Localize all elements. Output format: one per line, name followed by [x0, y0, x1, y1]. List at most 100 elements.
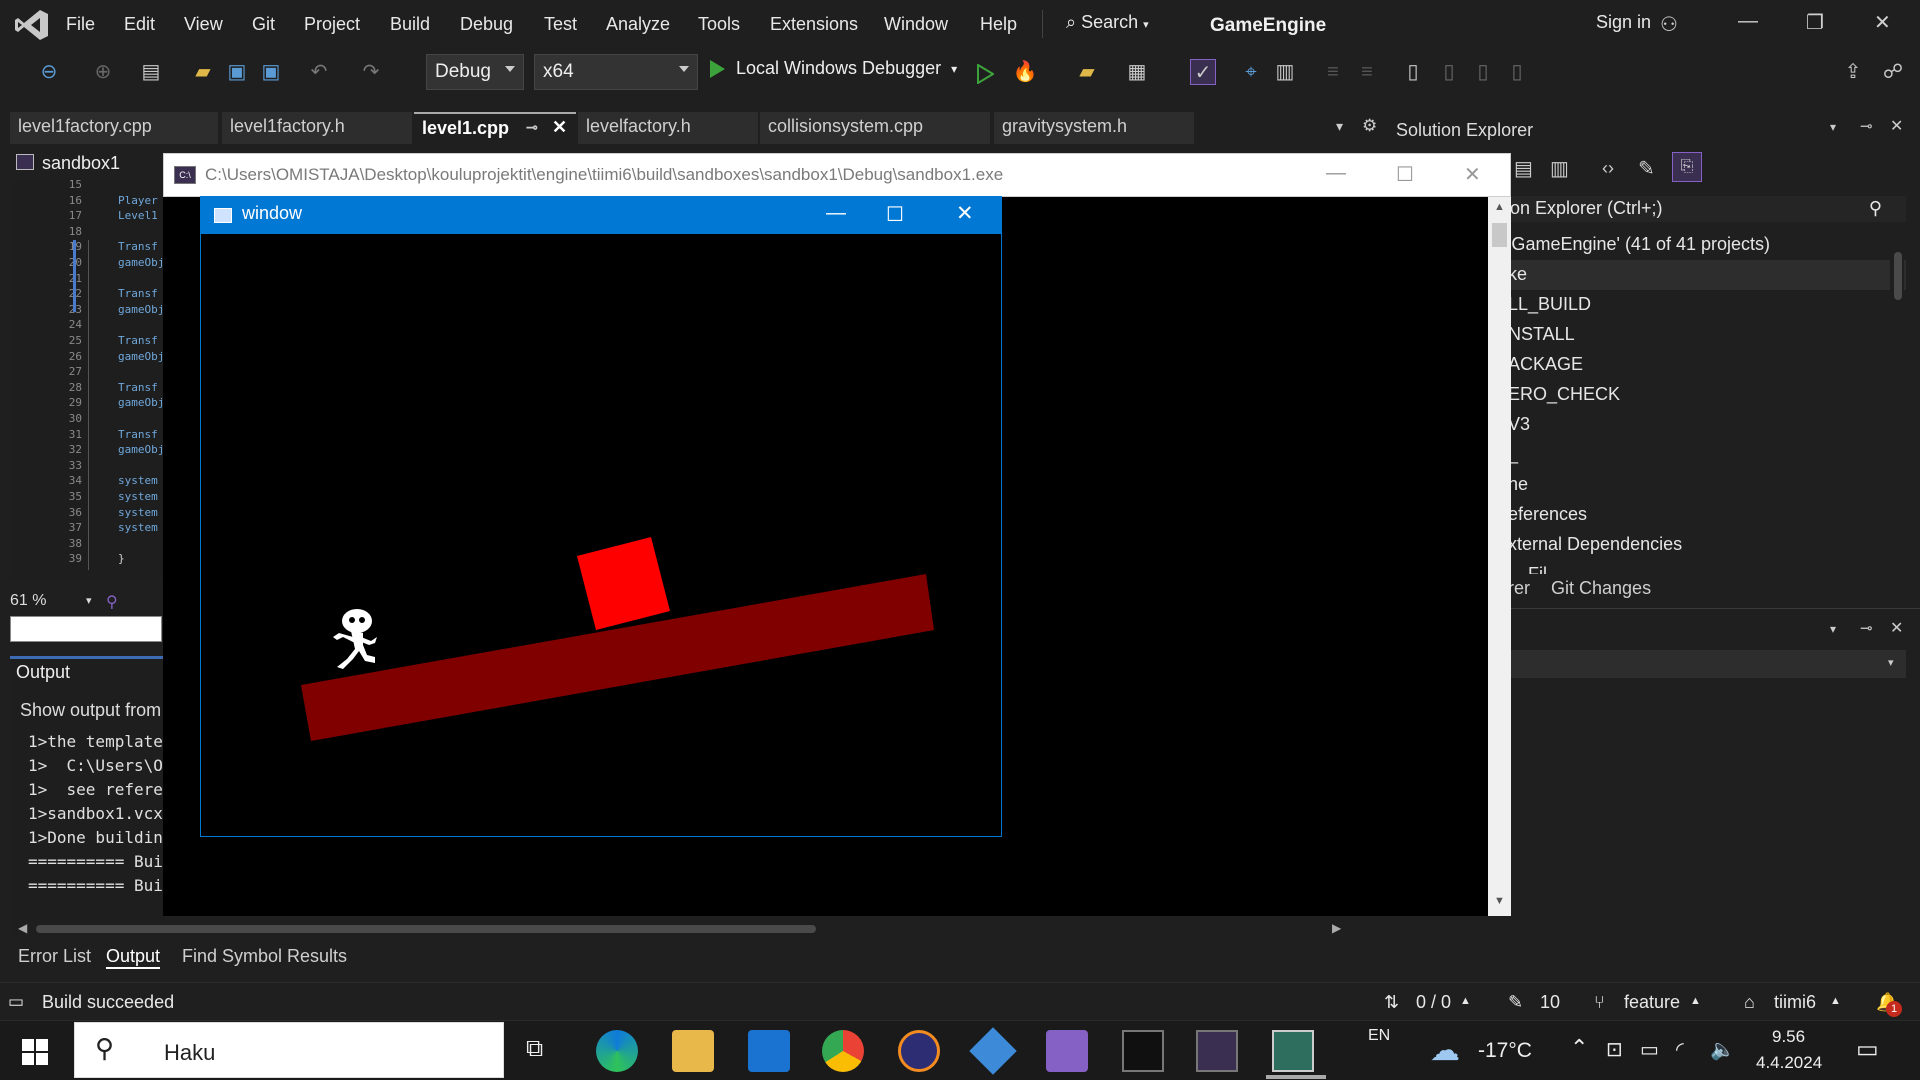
configuration-select[interactable]: Debug: [426, 54, 524, 90]
save-icon[interactable]: ▣: [224, 59, 250, 85]
solution-tree-item[interactable]: eferences: [1508, 504, 1587, 525]
solution-folder-icon[interactable]: ▰: [1074, 59, 1100, 85]
account-icon[interactable]: ⚇: [1660, 12, 1678, 37]
sync-arrows-icon[interactable]: ⇅: [1384, 992, 1399, 1013]
menu-tools[interactable]: Tools: [698, 14, 740, 35]
horizontal-scrollbar[interactable]: ◀ ▶: [18, 920, 1341, 938]
maximize-icon[interactable]: ☐: [1396, 162, 1414, 187]
close-icon[interactable]: ✕: [1890, 116, 1903, 136]
menu-help[interactable]: Help: [980, 14, 1017, 35]
task-view-icon[interactable]: ⧉: [526, 1035, 543, 1063]
layout-icon[interactable]: ▦: [1124, 59, 1150, 85]
branch-icon[interactable]: ⑂: [1594, 992, 1605, 1013]
pin-icon[interactable]: ⊸: [1860, 117, 1873, 135]
battery-icon[interactable]: ▭: [1640, 1037, 1659, 1062]
pencil-icon[interactable]: ✎: [1508, 992, 1523, 1013]
input-language[interactable]: EN: [1368, 1027, 1390, 1045]
solution-tree-item[interactable]: ne: [1508, 474, 1528, 495]
next-bookmark-icon[interactable]: ▯: [1470, 59, 1496, 85]
bookmark-icon[interactable]: ▯: [1400, 59, 1426, 85]
preview-icon[interactable]: ⎘: [1672, 152, 1702, 182]
clock-time[interactable]: 9.56: [1772, 1027, 1805, 1047]
redo-icon[interactable]: ↷: [358, 59, 384, 85]
visual-studio-icon[interactable]: [1046, 1030, 1088, 1072]
code-view-icon[interactable]: ‹›: [1602, 158, 1614, 179]
properties-wrench-icon[interactable]: ✎: [1638, 156, 1655, 181]
tab-git-changes[interactable]: Git Changes: [1551, 578, 1651, 598]
code-editor[interactable]: 15 16 1718 19 20 21 22 23 24 25 26 2728 29 30 31 3233 34…: [10, 178, 165, 580]
notification-center-icon[interactable]: ▭: [1856, 1035, 1879, 1064]
scrollbar-thumb[interactable]: [1492, 223, 1507, 247]
tab-find-symbol-results[interactable]: Find Symbol Results: [182, 946, 347, 967]
game-window[interactable]: [200, 196, 1002, 837]
hot-reload-icon[interactable]: 🔥: [1012, 59, 1038, 85]
pin-icon[interactable]: ⊸: [1860, 619, 1873, 637]
menu-file[interactable]: File: [66, 14, 95, 35]
edge-browser-icon[interactable]: [596, 1030, 638, 1072]
solution-search-input[interactable]: on Explorer (Ctrl+;) ⚲: [1506, 196, 1906, 222]
errors-count[interactable]: 0 / 0: [1416, 992, 1451, 1013]
weather-cloud-icon[interactable]: ☁: [1430, 1033, 1460, 1068]
solution-tree-item[interactable]: NSTALL: [1508, 324, 1575, 345]
menu-debug[interactable]: Debug: [460, 14, 513, 35]
weather-temperature[interactable]: -17°C: [1478, 1039, 1532, 1063]
menu-git[interactable]: Git: [252, 14, 275, 35]
chevron-down-icon[interactable]: ▾: [1830, 622, 1836, 636]
indent-icon[interactable]: ≡: [1320, 59, 1346, 85]
live-share-icon[interactable]: ⇪: [1840, 59, 1866, 85]
console-vertical-scrollbar[interactable]: ▲ ▼: [1488, 197, 1511, 916]
eclipse-icon[interactable]: [898, 1030, 940, 1072]
chevron-up-icon[interactable]: ▲: [1830, 995, 1841, 1007]
volume-icon[interactable]: 🔈: [1710, 1037, 1735, 1062]
restore-icon[interactable]: ❐: [1806, 10, 1824, 35]
settings-gear-icon[interactable]: ⚙: [1362, 116, 1377, 136]
tab-gravitysystem-h[interactable]: gravitysystem.h: [994, 112, 1194, 144]
tab-levelfactory-h[interactable]: levelfactory.h: [578, 112, 758, 144]
close-icon[interactable]: ✕: [1874, 10, 1891, 35]
wifi-icon[interactable]: ◜: [1676, 1037, 1684, 1062]
start-debugging-button[interactable]: Local Windows Debugger ▾: [708, 58, 957, 79]
close-icon[interactable]: ✕: [1890, 618, 1903, 638]
game-window-title-bar[interactable]: — ☐ ✕: [200, 196, 1002, 234]
chevron-down-icon[interactable]: ▾: [1830, 120, 1836, 134]
chevron-up-icon[interactable]: ▲: [1460, 995, 1471, 1007]
file-explorer-icon[interactable]: [672, 1030, 714, 1072]
solution-tree-item[interactable]: 'GameEngine' (41 of 41 projects): [1508, 234, 1770, 255]
menu-window[interactable]: Window: [884, 14, 948, 35]
back-icon[interactable]: ⊖: [36, 59, 62, 85]
tab-list-icon[interactable]: ▾: [1336, 118, 1343, 135]
scroll-right-icon[interactable]: ▶: [1332, 921, 1341, 935]
minimize-icon[interactable]: —: [826, 202, 846, 225]
menu-test[interactable]: Test: [544, 14, 577, 35]
intellisense-icon[interactable]: ⚲: [106, 592, 118, 612]
scroll-left-icon[interactable]: ◀: [18, 921, 27, 935]
pin-icon[interactable]: ⊸: [526, 119, 538, 136]
show-all-files-icon[interactable]: ▥: [1550, 156, 1569, 181]
editor-input-box[interactable]: [10, 616, 162, 642]
menu-project[interactable]: Project: [304, 14, 360, 35]
scroll-down-icon[interactable]: ▼: [1494, 895, 1505, 907]
sign-in-link[interactable]: Sign in: [1596, 12, 1651, 33]
scrollbar-thumb[interactable]: [1894, 252, 1902, 300]
new-project-icon[interactable]: ▤: [138, 59, 164, 85]
scrollbar-thumb[interactable]: [36, 925, 816, 933]
meet-icon[interactable]: ⊡: [1606, 1037, 1623, 1062]
tab-collisionsystem-cpp[interactable]: collisionsystem.cpp: [760, 112, 990, 144]
open-folder-icon[interactable]: ▰: [190, 59, 216, 85]
branch-name[interactable]: feature: [1624, 992, 1680, 1013]
outdent-icon[interactable]: ≡: [1354, 59, 1380, 85]
prev-bookmark-icon[interactable]: ▯: [1436, 59, 1462, 85]
windows-start-icon[interactable]: [22, 1039, 48, 1065]
mail-icon[interactable]: [748, 1030, 790, 1072]
output-icon[interactable]: ▭: [8, 992, 24, 1012]
feedback-icon[interactable]: ☍: [1880, 59, 1906, 85]
repository-name[interactable]: tiimi6: [1774, 992, 1816, 1013]
solution-tree-item[interactable]: LL_BUILD: [1508, 294, 1591, 315]
select-icon[interactable]: ⌖: [1238, 59, 1264, 85]
compare-icon[interactable]: ▥: [1272, 59, 1298, 85]
visual-studio-logo-icon[interactable]: [14, 8, 50, 42]
menu-analyze[interactable]: Analyze: [606, 14, 670, 35]
close-tab-icon[interactable]: ✕: [552, 117, 567, 138]
menu-edit[interactable]: Edit: [124, 14, 155, 35]
solution-tree-item[interactable]: ACKAGE: [1508, 354, 1583, 375]
